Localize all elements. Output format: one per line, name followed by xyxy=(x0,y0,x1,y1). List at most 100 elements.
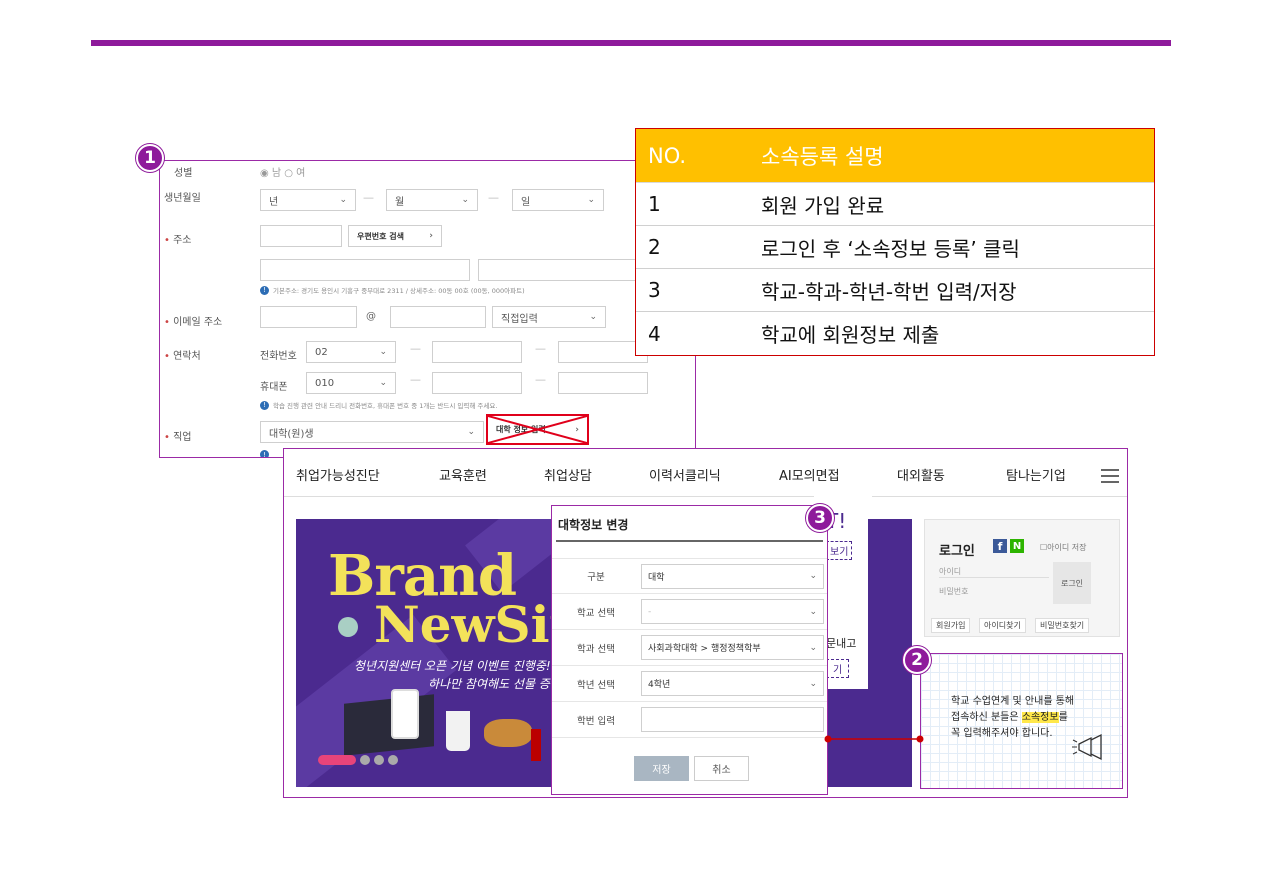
contact-hint: ! 학습 진행 관련 안내 드리니 전화번호, 휴대폰 번호 중 1개는 반드시 … xyxy=(260,400,497,410)
grade-select[interactable]: 4학년 ⌄ xyxy=(641,671,824,696)
job-label: • 직업 xyxy=(164,432,192,443)
email-domain-input[interactable] xyxy=(390,306,486,328)
mobile-mid-input[interactable] xyxy=(432,372,522,394)
steps-table: NO. 소속등록 설명 1 회원 가입 완료 2 로그인 후 ‘소속정보 등록’ 클… xyxy=(635,128,1155,356)
birth-year-select[interactable]: 년 ⌄ xyxy=(260,189,356,211)
modal-row: 구분 대학 ⌄ xyxy=(552,558,827,594)
contact-label: • 연락처 xyxy=(164,351,201,362)
nav-item[interactable]: 탐나는기업 xyxy=(1006,465,1066,484)
gender-label: 성별 xyxy=(174,168,193,179)
table-row: 1 회원 가입 완료 xyxy=(636,183,1154,226)
address-label: • 주소 xyxy=(164,235,192,246)
dash: — xyxy=(488,191,499,204)
gender-radio[interactable]: ◉ 남 ○ 여 xyxy=(260,164,305,179)
step-badge-2: 2 xyxy=(903,646,931,674)
chevron-down-icon: ⌄ xyxy=(589,312,597,322)
nav-item[interactable]: 이력서클리닉 xyxy=(649,465,721,484)
mobile-last-input[interactable] xyxy=(558,372,648,394)
chevron-down-icon: ⌄ xyxy=(587,195,595,205)
carousel-dots[interactable] xyxy=(318,755,398,765)
top-accent-bar xyxy=(91,40,1171,46)
save-id-checkbox[interactable]: ☐아이디 저장 xyxy=(1040,542,1087,553)
chevron-down-icon: ⌄ xyxy=(379,378,387,388)
circle-decoration xyxy=(338,617,358,637)
info-icon: ! xyxy=(260,285,269,295)
signup-link[interactable]: 회원가입 xyxy=(931,618,971,633)
dash: — xyxy=(410,342,421,355)
info-icon: ! xyxy=(260,450,269,457)
table-row: 4 학교에 회원정보 제출 xyxy=(648,321,940,348)
phone-mid-input[interactable] xyxy=(432,341,522,363)
chevron-down-icon: ⌄ xyxy=(339,195,347,205)
login-button[interactable]: 로그인 xyxy=(1053,562,1091,604)
chevron-right-icon: › xyxy=(429,231,433,241)
password-input[interactable]: 비밀번호 xyxy=(939,586,1049,597)
nav-item[interactable]: 대외활동 xyxy=(897,465,945,484)
phone-image xyxy=(391,689,419,739)
login-title: 로그인 xyxy=(939,544,975,559)
info-icon: ! xyxy=(260,400,269,410)
email-id-input[interactable] xyxy=(260,306,357,328)
bottle-image xyxy=(531,729,541,761)
address-input[interactable] xyxy=(260,259,470,281)
phone-prefix-select[interactable]: 02 ⌄ xyxy=(306,341,396,363)
birth-month-select[interactable]: 월 ⌄ xyxy=(386,189,478,211)
ticket-link-2[interactable]: 기 xyxy=(826,659,850,678)
cross-out-mark xyxy=(488,416,587,443)
hamburger-menu-icon[interactable] xyxy=(1101,469,1119,483)
chicken-image xyxy=(484,719,532,747)
facebook-icon[interactable]: f xyxy=(993,539,1007,553)
mobile-prefix-select[interactable]: 010 ⌄ xyxy=(306,372,396,394)
birth-label: 생년월일 xyxy=(164,193,201,204)
nav-item[interactable]: 교육훈련 xyxy=(439,465,487,484)
address-hint: ! 기본주소: 경기도 용인시 기흥구 중부대로 2311 / 상세주소: 00동… xyxy=(260,285,525,295)
univ-info-button[interactable]: 대학 정보 입력 › xyxy=(486,414,589,445)
chevron-down-icon: ⌄ xyxy=(809,642,817,653)
chevron-down-icon: ⌄ xyxy=(461,195,469,205)
header-no: NO. xyxy=(648,143,687,168)
dash: — xyxy=(535,373,546,386)
student-id-input[interactable] xyxy=(641,707,824,732)
banner-title-2: NewSit xyxy=(374,595,573,654)
univ-info-modal: 대학정보 변경 구분 대학 ⌄ 학교 선택 - ⌄ 학과 선택 사회과학대학 > 행정정책… xyxy=(551,505,828,795)
zip-search-button[interactable]: 우편번호 검색 › xyxy=(348,225,442,247)
nav-item[interactable]: AI모의면접 xyxy=(779,465,840,484)
job-hint: ! xyxy=(260,450,269,457)
email-domain-select[interactable]: 직접입력 ⌄ xyxy=(492,306,606,328)
nav-item[interactable]: 취업상담 xyxy=(544,465,592,484)
mobile-label: 휴대폰 xyxy=(260,382,288,393)
signup-form-panel: 성별 ◉ 남 ○ 여 생년월일 년 ⌄ — 월 ⌄ — 일 ⌄ • 주소 우편번호 검… xyxy=(159,160,696,458)
save-button[interactable]: 저장 xyxy=(634,756,689,781)
find-password-link[interactable]: 비밀번호찾기 xyxy=(1035,618,1090,633)
megaphone-icon xyxy=(1072,733,1102,761)
email-at-sign: @ xyxy=(366,311,376,322)
chevron-down-icon: ⌄ xyxy=(379,347,387,357)
table-row: 3 학교-학과-학년-학번 입력/저장 xyxy=(636,269,1154,312)
department-select[interactable]: 사회과학대학 > 행정정책학부 ⌄ xyxy=(641,635,824,660)
table-row: 2 로그인 후 ‘소속정보 등록’ 클릭 xyxy=(636,226,1154,269)
table-header: NO. 소속등록 설명 xyxy=(636,129,1154,183)
cancel-button[interactable]: 취소 xyxy=(694,756,749,781)
birth-day-select[interactable]: 일 ⌄ xyxy=(512,189,604,211)
school-select[interactable]: - ⌄ xyxy=(641,599,824,624)
email-label: • 이메일 주소 xyxy=(164,317,223,328)
zipcode-input[interactable] xyxy=(260,225,342,247)
modal-title: 대학정보 변경 xyxy=(558,518,629,532)
division-select[interactable]: 대학 ⌄ xyxy=(641,563,824,589)
step-badge-3: 3 xyxy=(806,504,834,532)
step-badge-1: 1 xyxy=(136,144,164,172)
chevron-down-icon: ⌄ xyxy=(809,571,817,581)
chevron-down-icon: ⌄ xyxy=(809,606,817,617)
id-input[interactable]: 아이디 xyxy=(939,566,1049,578)
nav-item[interactable]: 취업가능성진단 xyxy=(296,465,380,484)
banner-subtitle-1: 청년지원센터 오픈 기념 이벤트 진행중! xyxy=(354,659,551,673)
banner-subtitle-2: 하나만 참여해도 선물 증정! xyxy=(428,677,566,691)
modal-row: 학과 선택 사회과학대학 > 행정정책학부 ⌄ xyxy=(552,630,827,666)
job-select[interactable]: 대학(원)생 ⌄ xyxy=(260,421,484,443)
naver-icon[interactable]: N xyxy=(1010,539,1024,553)
find-id-link[interactable]: 아이디찾기 xyxy=(979,618,1026,633)
chevron-down-icon: ⌄ xyxy=(809,678,817,689)
ticket-link-1[interactable]: 보기 xyxy=(826,541,853,560)
modal-row: 학년 선택 4학년 ⌄ xyxy=(552,666,827,702)
login-box: 로그인 f N ☐아이디 저장 아이디 비밀번호 로그인 회원가입 아이디찾기 … xyxy=(924,519,1120,637)
